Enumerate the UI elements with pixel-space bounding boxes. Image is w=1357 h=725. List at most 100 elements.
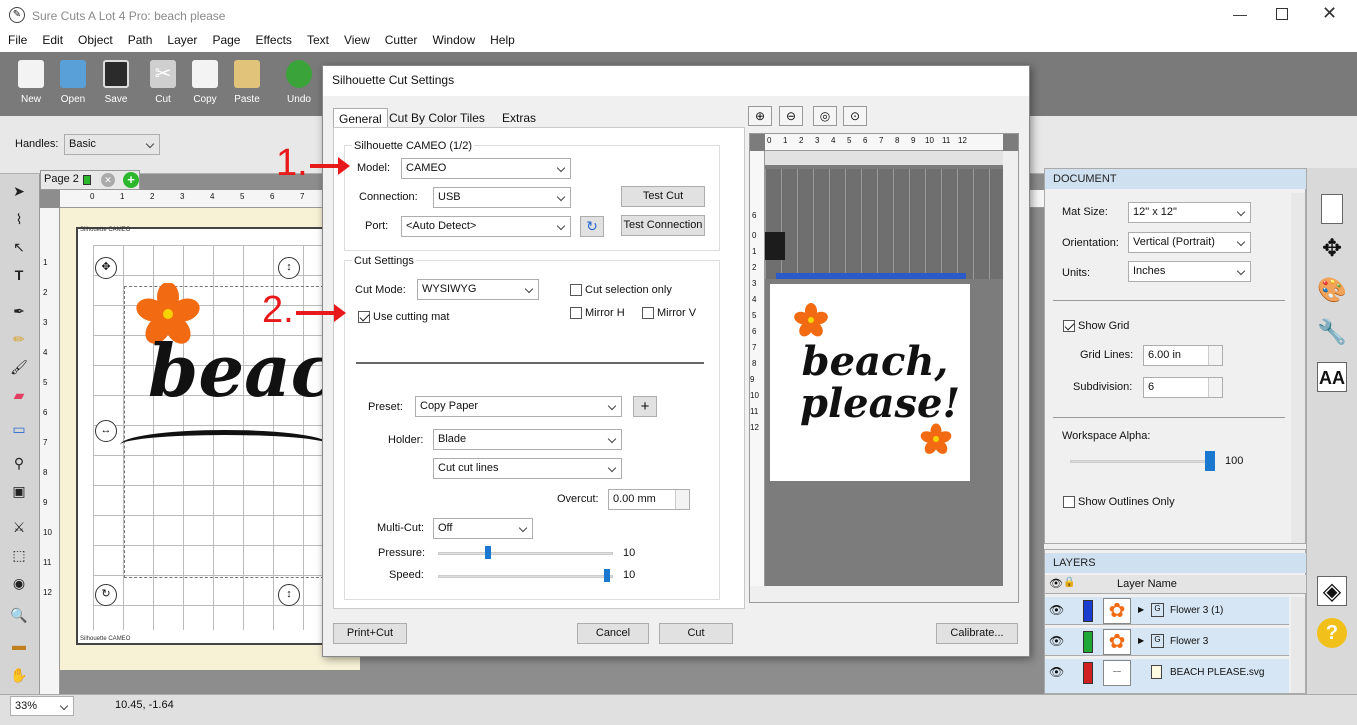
menu-layer[interactable]: Layer [167, 31, 197, 52]
open-button[interactable]: Open [51, 58, 95, 105]
menu-object[interactable]: Object [78, 31, 113, 52]
mirror-h-checkbox[interactable] [570, 307, 582, 319]
cut-button[interactable]: ✂ Cut [141, 58, 185, 105]
menu-effects[interactable]: Effects [255, 31, 291, 52]
zoom-fit-icon[interactable]: ◎ [813, 106, 837, 126]
palette-icon[interactable]: 🎨 [1317, 276, 1347, 306]
port-select[interactable]: <Auto Detect> [401, 216, 571, 237]
node-edit-icon[interactable]: ↖ [10, 238, 28, 256]
knife-icon[interactable]: ⚔ [10, 518, 28, 536]
eraser-icon[interactable]: ▰ [10, 386, 28, 404]
undo-button[interactable]: Undo [277, 58, 321, 105]
menu-window[interactable]: Window [432, 31, 475, 52]
test-connection-button[interactable]: Test Connection [621, 215, 705, 236]
show-grid-checkbox[interactable] [1063, 320, 1075, 332]
cut-button[interactable]: Cut [659, 623, 733, 644]
new-button[interactable]: New [9, 58, 53, 105]
overcut-input[interactable]: 0.00 mm [608, 489, 690, 510]
orientation-select[interactable]: Vertical (Portrait) [1128, 232, 1251, 253]
layer-name[interactable]: Flower 3 (1) [1170, 605, 1223, 616]
document-icon[interactable] [1321, 194, 1343, 224]
menu-help[interactable]: Help [490, 31, 515, 52]
workspace-alpha-thumb[interactable] [1205, 451, 1215, 471]
layers-scrollbar[interactable] [1291, 597, 1305, 693]
tab-general[interactable]: General [333, 108, 388, 128]
preview-scrollbar-v[interactable] [1003, 151, 1018, 586]
rotate-handle[interactable]: ✥ [95, 257, 117, 279]
resize-handle-bottom[interactable]: ↕ [278, 584, 300, 606]
tab-cut-by-color[interactable]: Cut By Color [384, 108, 462, 128]
visibility-eye-icon[interactable]: 👁 [1049, 634, 1064, 648]
cut-mode-select[interactable]: WYSIWYG [417, 279, 539, 300]
pressure-thumb[interactable] [485, 546, 491, 559]
resize-handle-top[interactable]: ↕ [278, 257, 300, 279]
resize-handle-left[interactable]: ↔ [95, 420, 117, 442]
text-tool-icon[interactable]: T [10, 266, 28, 284]
pencil-icon[interactable]: ✏ [10, 330, 28, 348]
menu-page[interactable]: Page [212, 31, 240, 52]
document-scrollbar[interactable] [1291, 193, 1305, 543]
help-icon[interactable]: ? [1317, 618, 1347, 648]
layer-row[interactable]: 👁 ✿ ▶ G Flower 3 (1) [1045, 597, 1289, 625]
brush-icon[interactable]: 🖌 [10, 358, 28, 376]
zoom-select[interactable]: 33% [10, 696, 74, 716]
gradient-icon[interactable]: ▣ [10, 482, 28, 500]
tab-tiles[interactable]: Tiles [455, 108, 490, 128]
show-outlines-checkbox[interactable] [1063, 496, 1075, 508]
minimize-icon[interactable]: — [1233, 6, 1247, 22]
paste-button[interactable]: Paste [225, 58, 269, 105]
rectangle-tool-icon[interactable]: ▭ [10, 420, 28, 438]
handles-select[interactable]: Basic [64, 134, 160, 155]
cut-lines-select[interactable]: Cut cut lines [433, 458, 622, 479]
lasso-icon[interactable]: ⌇ [10, 210, 28, 228]
holder-select[interactable]: Blade [433, 429, 622, 450]
use-cutting-mat-checkbox[interactable] [358, 311, 370, 323]
calibrate-button[interactable]: Calibrate... [936, 623, 1018, 644]
layer-color-swatch[interactable] [1083, 600, 1093, 622]
add-page-icon[interactable]: + [123, 172, 139, 188]
move-arrows-icon[interactable]: ✥ [1317, 234, 1347, 264]
print-cut-button[interactable]: Print+Cut [333, 623, 407, 644]
layer-row[interactable]: 👁 ✿ ▶ G Flower 3 [1045, 628, 1289, 656]
pressure-slider[interactable] [438, 552, 613, 555]
menu-text[interactable]: Text [307, 31, 329, 52]
hand-pan-icon[interactable]: ✋ [10, 666, 28, 684]
expand-arrow-icon[interactable]: ▶ [1138, 605, 1144, 614]
save-button[interactable]: Save [94, 58, 138, 105]
text-attributes-icon[interactable]: AA [1317, 362, 1347, 392]
visibility-eye-icon[interactable]: 👁 [1049, 603, 1064, 617]
layer-color-swatch[interactable] [1083, 662, 1093, 684]
layer-color-swatch[interactable] [1083, 631, 1093, 653]
layers-stack-icon[interactable]: ◈ [1317, 576, 1347, 606]
workspace-alpha-slider[interactable] [1070, 460, 1210, 463]
zoom-icon[interactable]: 🔍 [10, 606, 28, 624]
menu-edit[interactable]: Edit [42, 31, 63, 52]
refresh-icon[interactable]: ↻ [580, 216, 604, 237]
layer-name[interactable]: BEACH PLEASE.svg [1170, 667, 1264, 678]
multicut-select[interactable]: Off [433, 518, 533, 539]
layer-row[interactable]: 👁 ~~ BEACH PLEASE.svg [1045, 659, 1289, 694]
connection-select[interactable]: USB [433, 187, 571, 208]
cancel-button[interactable]: Cancel [577, 623, 649, 644]
beach-please-artwork[interactable]: beach, please! [148, 335, 328, 407]
speed-thumb[interactable] [604, 569, 610, 582]
menu-file[interactable]: File [8, 31, 27, 52]
menu-path[interactable]: Path [128, 31, 153, 52]
pen-tool-icon[interactable]: ✒ [10, 302, 28, 320]
add-preset-icon[interactable]: + [633, 396, 657, 417]
mat-size-select[interactable]: 12" x 12" [1128, 202, 1251, 223]
copy-button[interactable]: Copy [183, 58, 227, 105]
menu-view[interactable]: View [344, 31, 370, 52]
layer-name[interactable]: Flower 3 [1170, 636, 1208, 647]
preview-scrollbar-h[interactable] [750, 586, 1018, 602]
speed-slider[interactable] [438, 575, 613, 578]
preset-select[interactable]: Copy Paper [415, 396, 622, 417]
model-select[interactable]: CAMEO [401, 158, 571, 179]
visibility-eye-icon[interactable]: 👁 [1049, 665, 1064, 679]
page-tab[interactable]: Page 2 ✕ + [40, 170, 140, 190]
rotate-handle-bottom[interactable]: ↻ [95, 584, 117, 606]
zoom-actual-icon[interactable]: ⊙ [843, 106, 867, 126]
wrench-icon[interactable]: 🔧 [1317, 318, 1347, 348]
close-page-icon[interactable]: ✕ [101, 173, 115, 187]
weld-icon[interactable]: ◉ [10, 574, 28, 592]
